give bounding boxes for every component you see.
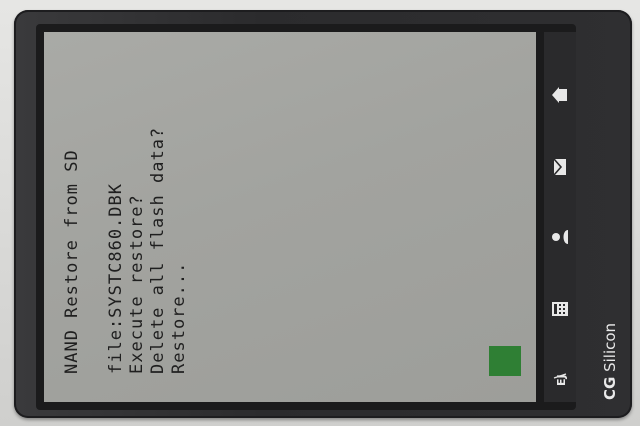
screen-bezel: NAND Restore from SD file:SYSTC860.DBK E…	[36, 24, 576, 410]
brand-name: Silicon	[601, 322, 619, 372]
rotated-content: NAND Restore from SD file:SYSTC860.DBK E…	[44, 32, 536, 402]
lcd-screen[interactable]: NAND Restore from SD file:SYSTC860.DBK E…	[44, 32, 536, 402]
calculator-icon[interactable]	[549, 298, 571, 320]
hardware-shortcut-bar: EJ	[544, 32, 576, 402]
photo-scene: NAND Restore from SD file:SYSTC860.DBK E…	[0, 0, 640, 426]
brand-text: CG Silicon	[598, 280, 622, 400]
file-name-line: file:SYSTC860.DBK	[106, 183, 126, 374]
green-cursor-block	[489, 346, 521, 376]
brand-mark: CG	[601, 376, 619, 400]
delete-warning-line: Delete all flash data?	[148, 126, 168, 374]
contacts-icon[interactable]	[549, 226, 571, 248]
home-icon[interactable]	[549, 84, 571, 106]
dictionary-icon[interactable]: EJ	[549, 366, 571, 388]
brand-logo: CG Silicon	[598, 280, 622, 400]
execute-prompt-line: Execute restore?	[127, 194, 147, 374]
restore-status-line: Restore...	[169, 261, 189, 374]
handheld-device: NAND Restore from SD file:SYSTC860.DBK E…	[14, 10, 632, 418]
mail-icon[interactable]	[549, 156, 571, 178]
screen-title: NAND Restore from SD	[62, 149, 82, 374]
